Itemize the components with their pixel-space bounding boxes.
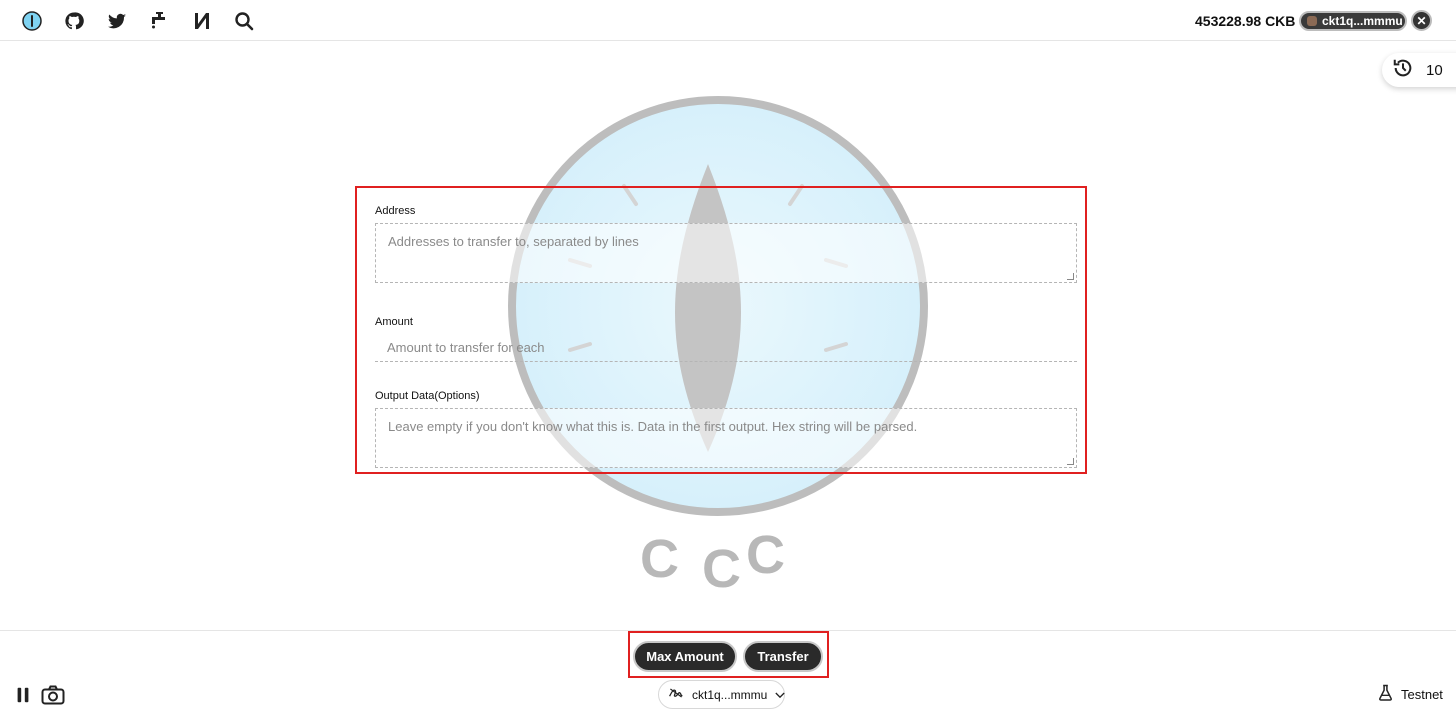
address-placeholder: Addresses to transfer to, separated by l… (388, 234, 639, 249)
address-textarea[interactable]: Addresses to transfer to, separated by l… (375, 223, 1077, 283)
history-count: 10 (1426, 61, 1443, 79)
transfer-form: Address Addresses to transfer to, separa… (355, 186, 1087, 474)
address-label: Address (375, 205, 416, 217)
nervos-icon[interactable] (190, 9, 214, 33)
logo-letter: C (640, 529, 679, 589)
max-amount-button[interactable]: Max Amount (633, 641, 737, 672)
pause-icon[interactable] (11, 684, 35, 706)
history-button[interactable]: 10 (1382, 53, 1456, 87)
ckb-logo-icon[interactable] (20, 9, 44, 33)
history-icon (1392, 57, 1414, 84)
network-label: Testnet (1401, 686, 1443, 702)
resize-handle-icon[interactable] (1067, 458, 1074, 465)
wallet-balance: 453228.98 CKB (1195, 13, 1296, 29)
flask-icon (1378, 684, 1393, 704)
top-bar: 453228.98 CKB ckt1q...mmmu ✕ (0, 0, 1456, 41)
chevron-down-icon (775, 688, 785, 702)
resize-handle-icon[interactable] (1067, 273, 1074, 280)
amount-input[interactable]: Amount to transfer for each (375, 334, 1077, 362)
logo-letter: C (746, 525, 785, 585)
action-buttons-group: Max Amount Transfer (628, 631, 829, 678)
amount-placeholder: Amount to transfer for each (387, 340, 545, 355)
faucet-icon[interactable] (147, 9, 171, 33)
wallet-address-pill[interactable]: ckt1q...mmmu (1299, 11, 1407, 31)
ccc-logo-text: C C C (640, 525, 800, 599)
signer-address: ckt1q...mmmu (692, 687, 768, 702)
logo-letter: C (702, 539, 741, 599)
camera-icon[interactable] (41, 684, 65, 706)
transfer-button[interactable]: Transfer (743, 641, 823, 672)
output-data-placeholder: Leave empty if you don't know what this … (388, 419, 918, 434)
twitter-icon[interactable] (105, 9, 129, 33)
output-data-label: Output Data(Options) (375, 390, 480, 402)
network-indicator[interactable]: Testnet (1378, 684, 1443, 704)
wallet-address-label: ckt1q...mmmu (1322, 14, 1403, 28)
output-data-textarea[interactable]: Leave empty if you don't know what this … (375, 408, 1077, 468)
signer-selector[interactable]: ckt1q...mmmu (658, 680, 785, 709)
search-icon[interactable] (232, 9, 256, 33)
wallet-avatar-icon (1307, 16, 1317, 26)
amount-label: Amount (375, 316, 413, 328)
signer-icon (668, 686, 684, 703)
github-icon[interactable] (62, 9, 86, 33)
disconnect-button[interactable]: ✕ (1411, 10, 1432, 31)
